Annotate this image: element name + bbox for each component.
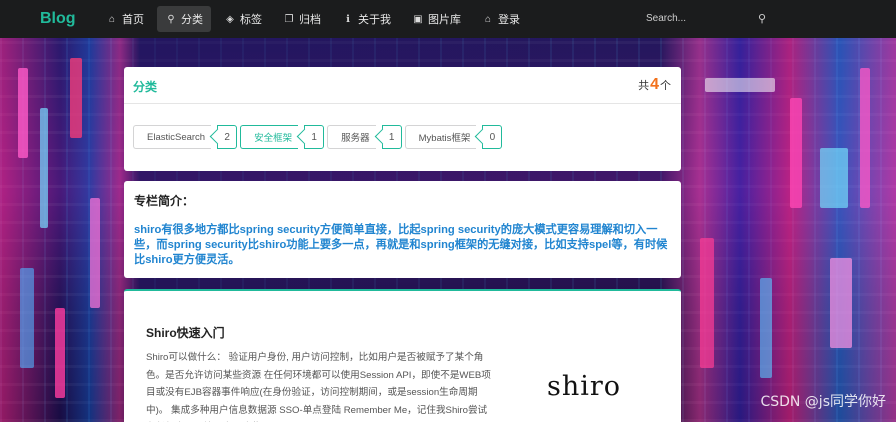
article-thumbnail[interactable]: shiro: [519, 371, 649, 411]
category-tag-security[interactable]: 安全框架 1: [240, 125, 325, 149]
category-tag-list: ElasticSearch 2 安全框架 1 服务器 1 Mybatis框架 0: [133, 125, 505, 149]
tag-label: ElasticSearch: [133, 125, 212, 149]
tag-label: 服务器: [327, 125, 376, 149]
info-icon: ℹ: [346, 13, 350, 25]
image-icon: ▣: [413, 13, 423, 25]
search-input[interactable]: [640, 7, 750, 29]
csdn-watermark: CSDN @js同学你好: [760, 394, 886, 410]
nav-item-label: 登录: [498, 14, 520, 26]
brand-logo[interactable]: Blog: [40, 10, 98, 28]
nav-item-home[interactable]: ⌂ 首页: [98, 6, 152, 32]
nav-item-label: 图片库: [428, 14, 461, 26]
clone-icon: ❐: [284, 13, 294, 25]
category-header: 分类 共4个: [124, 67, 681, 104]
nav-item-label: 归档: [299, 14, 321, 26]
tag-count: 2: [217, 125, 238, 149]
intro-heading: 专栏简介：: [134, 194, 195, 208]
count-number: 4: [650, 76, 659, 93]
count-suffix: 个: [660, 80, 671, 92]
article-card[interactable]: Shiro快速入门 Shiro可以做什么： 验证用户身份, 用户访问控制，比如用…: [124, 289, 681, 422]
nav-item-about[interactable]: ℹ 关于我: [334, 6, 399, 32]
nav-item-label: 关于我: [358, 14, 391, 26]
home-icon: ⌂: [108, 13, 116, 25]
tag-count: 1: [381, 125, 402, 149]
category-count: 共4个: [638, 76, 671, 94]
nav-item-tags[interactable]: ◈ 标签: [216, 6, 270, 32]
category-tag-mybatis[interactable]: Mybatis框架 0: [404, 125, 503, 149]
search-box: ⚲: [640, 6, 772, 30]
intro-description: shiro有很多地方都比spring security方便简单直接，比起spri…: [134, 224, 668, 266]
nav-item-label: 标签: [240, 14, 262, 26]
category-tags-panel: ElasticSearch 2 安全框架 1 服务器 1 Mybatis框架 0: [124, 104, 681, 171]
category-tag-server[interactable]: 服务器 1: [327, 125, 402, 149]
search-icon[interactable]: ⚲: [758, 12, 766, 25]
nav-item-gallery[interactable]: ▣ 图片库: [404, 6, 469, 32]
nav-item-label: 分类: [181, 14, 203, 26]
category-title: 分类: [133, 80, 158, 94]
map-pin-icon: ⚲: [167, 13, 175, 25]
nav-item-archive[interactable]: ❐ 归档: [275, 6, 329, 32]
column-intro-panel: 专栏简介： shiro有很多地方都比spring security方便简单直接，…: [124, 181, 681, 278]
nav-item-category[interactable]: ⚲ 分类: [157, 6, 211, 32]
count-prefix: 共: [638, 80, 650, 92]
category-tag-elasticsearch[interactable]: ElasticSearch 2: [133, 125, 238, 149]
top-navbar: Blog ⌂ 首页 ⚲ 分类 ◈ 标签 ❐ 归档 ℹ 关于我 ▣ 图片库 ⌂ 登…: [0, 0, 896, 38]
tag-label: 安全框架: [240, 125, 299, 149]
nav-item-label: 首页: [122, 14, 144, 26]
tag-label: Mybatis框架: [404, 125, 477, 149]
tag-count: 0: [482, 125, 503, 149]
nav-item-login[interactable]: ⌂ 登录: [474, 6, 528, 32]
tag-count: 1: [304, 125, 325, 149]
article-title[interactable]: Shiro快速入门: [146, 324, 225, 341]
article-excerpt: Shiro可以做什么： 验证用户身份, 用户访问控制，比如用户是否被赋予了某个角…: [146, 352, 491, 416]
tags-icon: ◈: [226, 13, 234, 25]
home-icon: ⌂: [484, 13, 492, 25]
